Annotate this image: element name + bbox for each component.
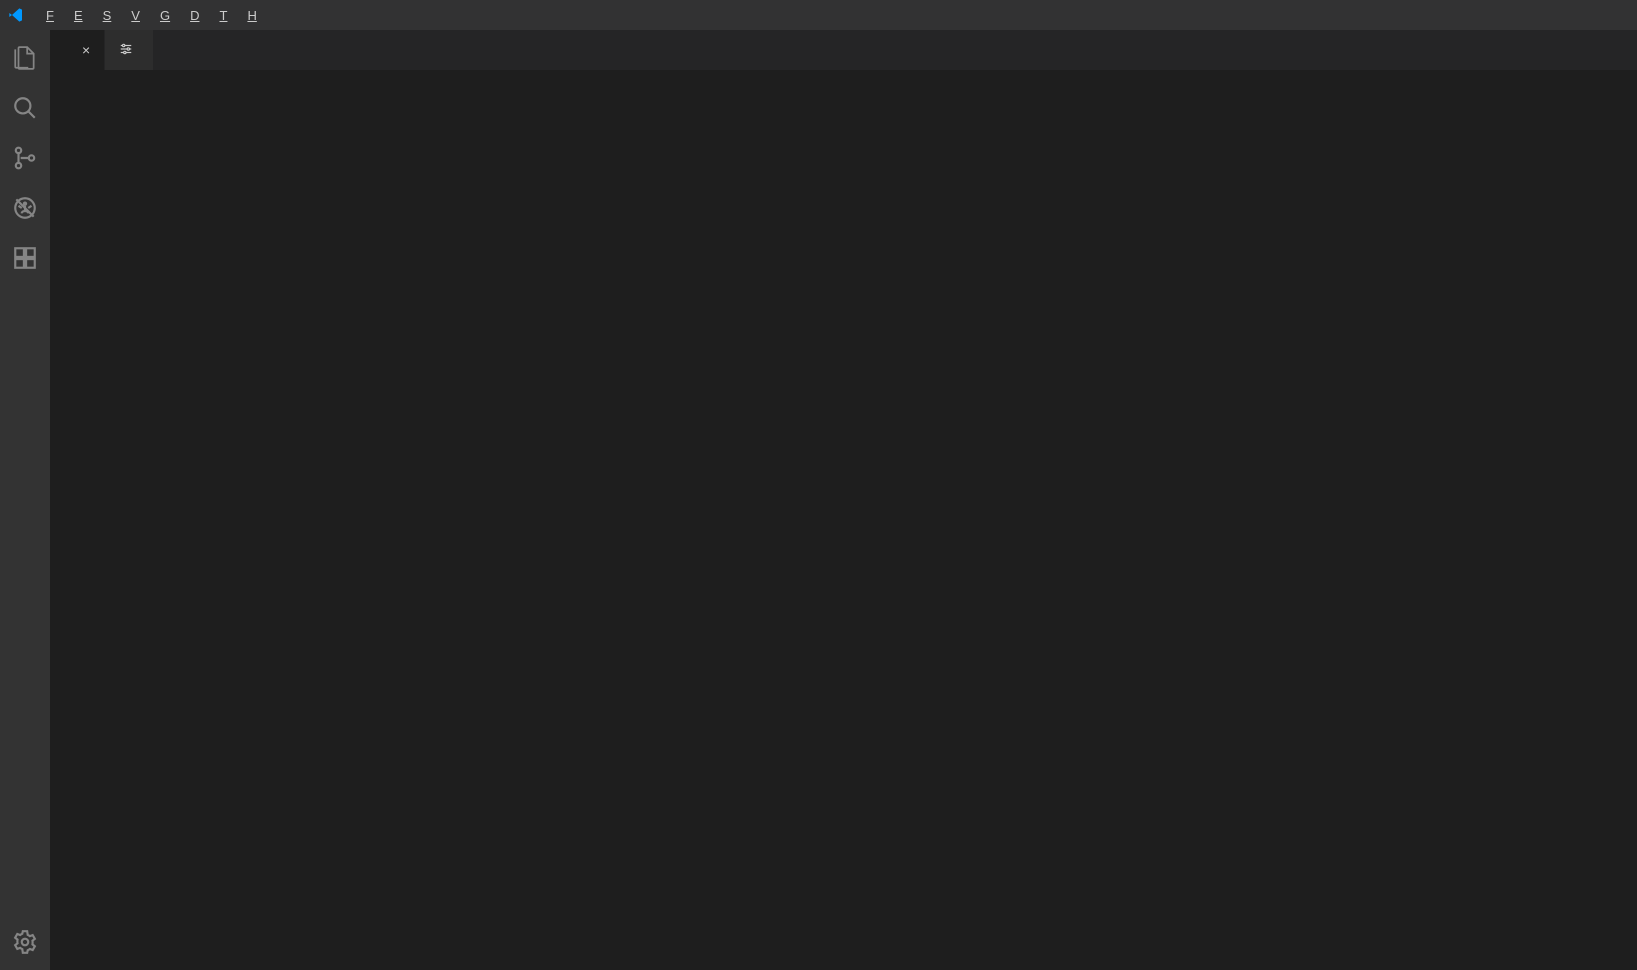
menu-selection[interactable]: S: [93, 4, 122, 27]
menu-help[interactable]: H: [237, 4, 266, 27]
gear-icon[interactable]: [9, 926, 41, 958]
code-lines[interactable]: [118, 74, 1637, 970]
debug-icon[interactable]: [9, 192, 41, 224]
extensions-icon[interactable]: [9, 242, 41, 274]
code-editor[interactable]: [50, 70, 1637, 970]
editor-area: ×: [50, 30, 1637, 970]
menu-terminal[interactable]: T: [209, 4, 237, 27]
menu-bar: F E S V G D T H: [36, 4, 267, 27]
activity-bar: [0, 30, 50, 970]
menu-file[interactable]: F: [36, 4, 64, 27]
menu-view[interactable]: V: [121, 4, 150, 27]
menu-go[interactable]: G: [150, 4, 180, 27]
tabs-bar: ×: [50, 30, 1637, 70]
tab-settings[interactable]: [105, 30, 154, 70]
title-bar: F E S V G D T H: [0, 0, 1637, 30]
close-icon[interactable]: ×: [82, 42, 90, 58]
tab-app-js[interactable]: ×: [50, 30, 105, 70]
menu-edit[interactable]: E: [64, 4, 93, 27]
minimap[interactable]: [1577, 70, 1637, 970]
files-icon[interactable]: [9, 42, 41, 74]
vscode-logo-icon: [6, 5, 26, 25]
settings-lines-icon: [119, 42, 133, 59]
main-layout: ×: [0, 30, 1637, 970]
scm-icon[interactable]: [9, 142, 41, 174]
menu-debug[interactable]: D: [180, 4, 209, 27]
search-icon[interactable]: [9, 92, 41, 124]
line-gutter: [50, 74, 118, 970]
